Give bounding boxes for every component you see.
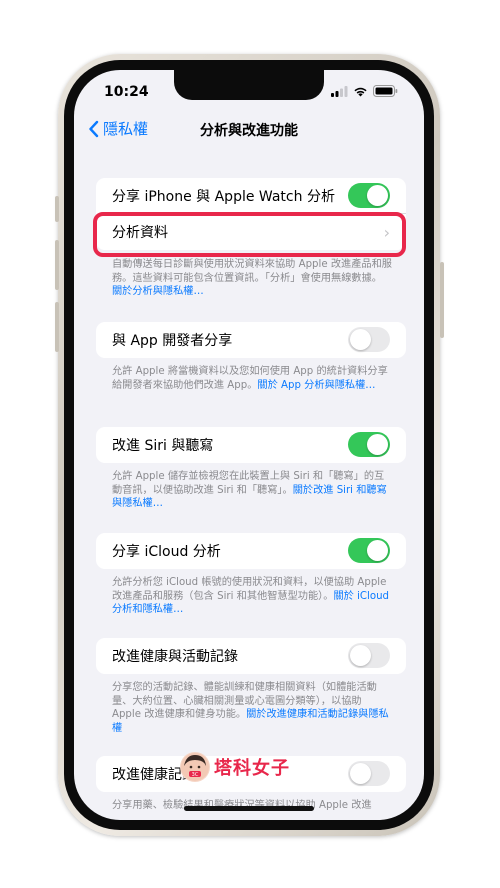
row-label: 與 App 開發者分享 [112,333,233,349]
home-indicator[interactable] [184,806,314,811]
improve-health-activity-row: 改進健康與活動記錄 [96,638,406,674]
group-health-activity: 改進健康與活動記錄 [96,638,406,674]
toggle-knob [350,763,371,784]
share-iphone-analytics-toggle[interactable] [348,183,390,208]
share-icloud-row: 分享 iCloud 分析 [96,533,406,569]
row-label: 分享 iCloud 分析 [112,544,221,560]
navigation-bar: 隱私權 分析與改進功能 [74,118,424,148]
side-button [55,196,59,222]
wifi-icon [354,87,367,96]
improve-health-activity-toggle[interactable] [348,643,390,668]
battery-icon [373,85,398,97]
row-label: 改進 Siri 與聽寫 [112,438,214,454]
power-button [440,262,444,338]
toggle-knob [367,434,388,455]
share-iphone-analytics-row: 分享 iPhone 與 Apple Watch 分析 [96,178,406,214]
volume-down-button [55,302,59,352]
row-label: 改進健康與活動記錄 [112,649,238,665]
status-icons [331,85,398,97]
footnote-health-activity: 分享您的活動記錄、體能訓練和健康相關資料（如體能活動量、大約位置、心臟相關測量或… [112,681,392,735]
volume-up-button [55,240,59,290]
toggle-knob [350,645,371,666]
watermark-badge: 3C [192,772,199,778]
watermark-text: 塔科女子 [214,758,290,779]
notch [174,70,324,100]
watermark-avatar-icon: 3C [180,752,210,782]
footnote-icloud: 允許分析您 iCloud 帳號的使用狀況和資料，以便協助 Apple 改進產品和… [112,576,392,617]
share-with-developers-row: 與 App 開發者分享 [96,322,406,358]
improve-siri-row: 改進 Siri 與聽寫 [96,427,406,463]
signal-icon [331,85,348,97]
group-app-developers: 與 App 開發者分享 [96,322,406,358]
improve-health-records-toggle[interactable] [348,761,390,786]
page-title: 分析與改進功能 [200,123,298,139]
screen: 10:24 隱私權 分析與改進功能 分享 iPhone 與 Apple Watc… [74,70,424,820]
improve-siri-toggle[interactable] [348,432,390,457]
avatar-face-icon: 3C [181,753,209,781]
share-icloud-toggle[interactable] [348,538,390,563]
toggle-knob [350,329,371,350]
footnote-link[interactable]: 關於 App 分析與隱私權… [257,380,375,391]
footnote-siri: 允許 Apple 儲存並檢視您在此裝置上與 Siri 和「聽寫」的互動音訊，以便… [112,470,392,511]
footnote-app-developers: 允許 Apple 將當機資料以及您如何使用 App 的統計資料分享給開發者來協助… [112,365,392,392]
group-icloud: 分享 iCloud 分析 [96,533,406,569]
toggle-knob [367,185,388,206]
group-siri: 改進 Siri 與聽寫 [96,427,406,463]
watermark: 3C 塔科女子 [180,752,290,782]
highlight-annotation [93,212,406,257]
footnote-analytics: 自動傳送每日診斷與使用狀況資料來協助 Apple 改進產品和服務。這些資料可能包… [112,258,392,299]
row-label: 分享 iPhone 與 Apple Watch 分析 [112,189,335,205]
footnote-link[interactable]: 關於分析與隱私權… [112,286,204,297]
share-with-developers-toggle[interactable] [348,327,390,352]
toggle-knob [367,540,388,561]
footnote-text: 自動傳送每日診斷與使用狀況資料來協助 Apple 改進產品和服務。這些資料可能包… [112,259,392,284]
status-time: 10:24 [104,84,149,100]
